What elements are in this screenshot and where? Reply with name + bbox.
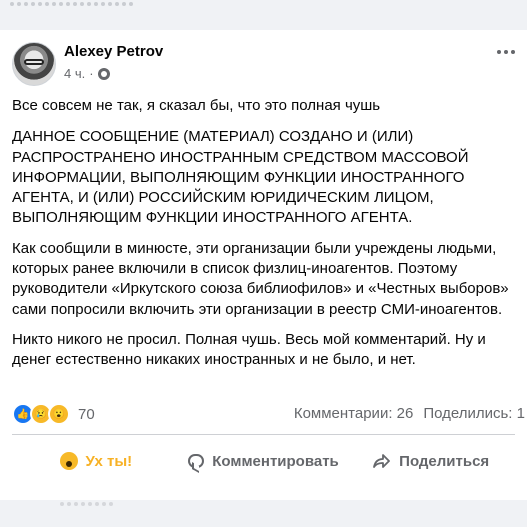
action-bar: Ух ты! Комментировать Поделиться [12,444,515,478]
divider [12,434,515,435]
post-meta: 4 ч. · [64,66,110,81]
post-paragraph: Никто никого не просил. Полная чушь. Вес… [12,330,486,369]
post-paragraph: Как сообщили в минюсте, эти организации … [12,239,509,318]
react-button[interactable]: Ух ты! [12,452,180,470]
post-paragraph: ДАННОЕ СООБЩЕНИЕ (МАТЕРИАЛ) СОЗДАНО И (И… [12,128,469,227]
top-divider-dots [0,0,200,10]
bottom-divider-dots [60,502,113,506]
wow-icon: 😮 [48,403,70,425]
post-stats: Комментарии: 26 Поделились: 1 [294,405,525,422]
dot-icon [504,50,508,54]
top-background-strip [0,0,527,30]
reactions-summary[interactable]: 👍 😢 😮 70 [12,403,95,425]
share-label: Поделиться [399,452,490,470]
globe-icon[interactable] [97,67,110,80]
avatar[interactable] [12,42,56,86]
wow-reaction-icon [59,452,78,470]
share-icon [373,453,391,469]
reaction-count[interactable]: 70 [78,406,95,423]
share-button[interactable]: Поделиться [347,453,515,470]
post-paragraph: Все совсем не так, я сказал бы, что это … [12,97,381,114]
shares-count[interactable]: Поделились: 1 [423,405,525,422]
dot-icon [511,50,515,54]
meta-separator: · [89,66,94,81]
post-body: Все совсем не так, я сказал бы, что это … [12,96,520,381]
comment-icon [188,454,205,468]
comment-button[interactable]: Комментировать [180,453,348,470]
post-time[interactable]: 4 ч. [64,66,85,81]
post-card: Alexey Petrov 4 ч. · Все совсем не так, … [0,30,527,500]
more-options-button[interactable] [497,50,515,54]
comment-label: Комментировать [212,452,339,470]
comments-count[interactable]: Комментарии: 26 [294,405,414,422]
bottom-background-strip [0,500,527,527]
glasses-icon [24,59,44,65]
dot-icon [497,50,501,54]
react-label: Ух ты! [85,452,133,470]
author-name[interactable]: Alexey Petrov [64,43,163,60]
